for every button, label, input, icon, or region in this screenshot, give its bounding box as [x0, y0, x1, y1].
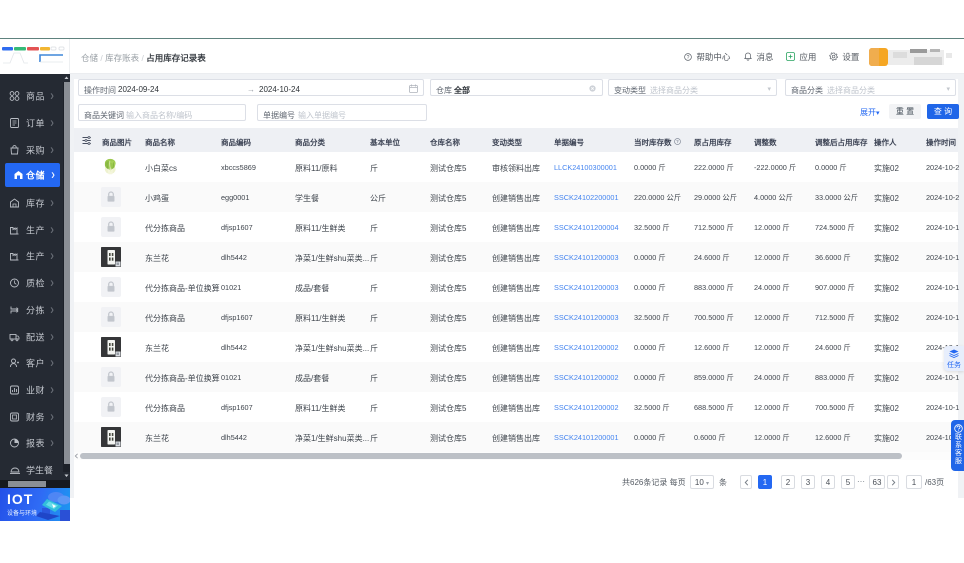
svg-text:?: ?	[687, 55, 690, 61]
svg-text:?: ?	[676, 139, 679, 144]
